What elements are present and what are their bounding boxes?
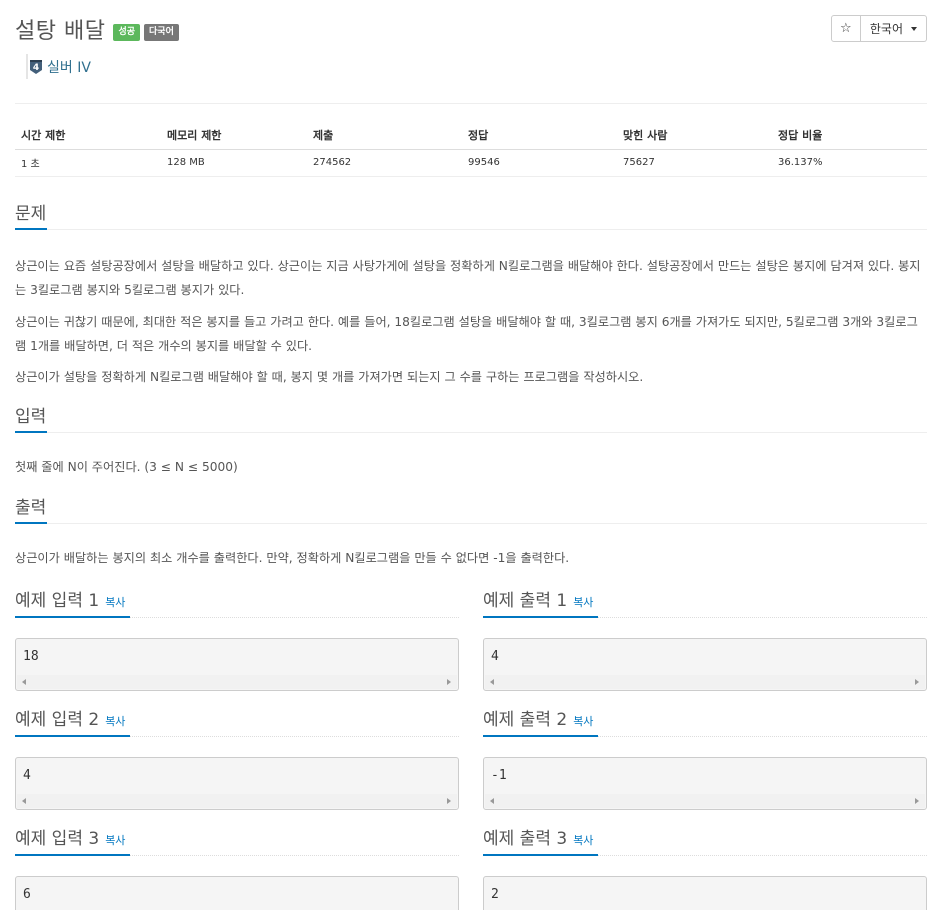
copy-button[interactable]: 복사	[573, 834, 593, 847]
input-heading: 입력	[15, 405, 48, 433]
copy-button[interactable]: 복사	[105, 596, 125, 609]
submissions-value[interactable]: 274562	[307, 149, 462, 177]
sample-input-1-box[interactable]: 18	[15, 638, 459, 691]
copy-button[interactable]: 복사	[105, 715, 125, 728]
scroll-right-icon[interactable]	[447, 798, 451, 804]
header-time-limit: 시간 제한	[15, 122, 161, 150]
sample-output-2-header: 예제 출력 2 복사	[483, 709, 927, 737]
sample-output-2-box[interactable]: -1	[483, 757, 927, 810]
accepted-value[interactable]: 99546	[462, 149, 617, 177]
sample-output-3-value: 2	[491, 887, 499, 902]
problem-paragraph-1: 상근이는 요즘 설탕공장에서 설탕을 배달하고 있다. 상근이는 지금 사탕가게…	[15, 259, 921, 297]
horizontal-scrollbar[interactable]	[485, 794, 925, 808]
success-badge: 성공	[113, 23, 141, 41]
sample-output-3-box[interactable]: 2	[483, 876, 927, 910]
problem-paragraph-3: 상근이가 설탕을 정확하게 N킬로그램 배달해야 할 때, 봉지 몇 개를 가져…	[15, 370, 644, 384]
memory-limit-value: 128 MB	[161, 149, 307, 177]
horizontal-scrollbar[interactable]	[485, 675, 925, 689]
language-dropdown[interactable]: 한국어	[860, 15, 927, 42]
sample-output-3-header: 예제 출력 3 복사	[483, 828, 927, 856]
output-section-header: 출력	[15, 496, 927, 524]
sample-input-1-header: 예제 입력 1 복사	[15, 590, 459, 618]
sample-input-2-box[interactable]: 4	[15, 757, 459, 810]
output-description: 상근이가 배달하는 봉지의 최소 개수를 출력한다. 만약, 정확하게 N킬로그…	[15, 551, 570, 565]
input-section-header: 입력	[15, 405, 927, 433]
scroll-right-icon[interactable]	[915, 798, 919, 804]
copy-button[interactable]: 복사	[573, 715, 593, 728]
header-memory-limit: 메모리 제한	[161, 122, 307, 150]
sample-input-3-value: 6	[23, 887, 31, 902]
copy-button[interactable]: 복사	[105, 834, 125, 847]
table-header-row: 시간 제한 메모리 제한 제출 정답 맞힌 사람 정답 비율	[15, 122, 927, 150]
accept-ratio-value: 36.137%	[772, 149, 927, 177]
multilang-badge[interactable]: 다국어	[144, 23, 179, 41]
time-limit-value: 1 초	[15, 149, 161, 177]
scroll-right-icon[interactable]	[447, 679, 451, 685]
input-description: 첫째 줄에 N이 주어진다. (3 ≤ N ≤ 5000)	[15, 460, 238, 474]
problem-title: 설탕 배달	[15, 19, 106, 44]
header-submissions: 제출	[307, 122, 462, 150]
sample-output-1-header: 예제 출력 1 복사	[483, 590, 927, 618]
header-accept-ratio: 정답 비율	[772, 122, 927, 150]
header-accepted: 정답	[462, 122, 617, 150]
sample-input-3-title: 예제 입력 3	[15, 829, 100, 849]
scroll-left-icon[interactable]	[490, 679, 494, 685]
scroll-left-icon[interactable]	[490, 798, 494, 804]
output-heading: 출력	[15, 496, 48, 524]
scroll-right-icon[interactable]	[915, 679, 919, 685]
table-row: 1 초 128 MB 274562 99546 75627 36.137%	[15, 149, 927, 177]
horizontal-scrollbar[interactable]	[17, 675, 457, 689]
sample-input-3-box[interactable]: 6	[15, 876, 459, 910]
sample-input-3-header: 예제 입력 3 복사	[15, 828, 459, 856]
copy-button[interactable]: 복사	[573, 596, 593, 609]
toolbar: ☆ 한국어	[830, 15, 927, 42]
language-label: 한국어	[869, 22, 903, 36]
problem-heading: 문제	[15, 202, 48, 230]
solved-users-value[interactable]: 75627	[617, 149, 772, 177]
problem-info-table: 시간 제한 메모리 제한 제출 정답 맞힌 사람 정답 비율 1 초 128 M…	[15, 122, 927, 177]
sample-output-2-value: -1	[491, 768, 507, 783]
scroll-left-icon[interactable]	[22, 679, 26, 685]
problem-paragraph-2: 상근이는 귀찮기 때문에, 최대한 적은 봉지를 들고 가려고 한다. 예를 들…	[15, 315, 918, 353]
sample-output-1-value: 4	[491, 649, 499, 664]
problem-section-header: 문제	[15, 202, 927, 230]
sample-input-1-title: 예제 입력 1	[15, 591, 100, 611]
sample-output-1-box[interactable]: 4	[483, 638, 927, 691]
chevron-down-icon	[911, 26, 917, 31]
sample-output-3-title: 예제 출력 3	[483, 829, 568, 849]
problem-header: 설탕 배달 성공 다국어	[15, 12, 179, 46]
tier-level: 4	[33, 63, 39, 73]
header-solved-users: 맞힌 사람	[617, 122, 772, 150]
sample-output-1-title: 예제 출력 1	[483, 591, 568, 611]
star-icon[interactable]: ☆	[830, 15, 861, 42]
sample-input-1-value: 18	[23, 649, 39, 664]
sample-input-2-header: 예제 입력 2 복사	[15, 709, 459, 737]
horizontal-scrollbar[interactable]	[17, 794, 457, 808]
tier-label: 실버 IV	[47, 59, 91, 76]
scroll-left-icon[interactable]	[22, 798, 26, 804]
tier-info[interactable]: 4 실버 IV	[26, 54, 91, 79]
sample-output-2-title: 예제 출력 2	[483, 710, 568, 730]
sample-input-2-title: 예제 입력 2	[15, 710, 100, 730]
tier-icon: 4	[30, 59, 42, 74]
divider	[15, 103, 927, 104]
sample-input-2-value: 4	[23, 768, 31, 783]
